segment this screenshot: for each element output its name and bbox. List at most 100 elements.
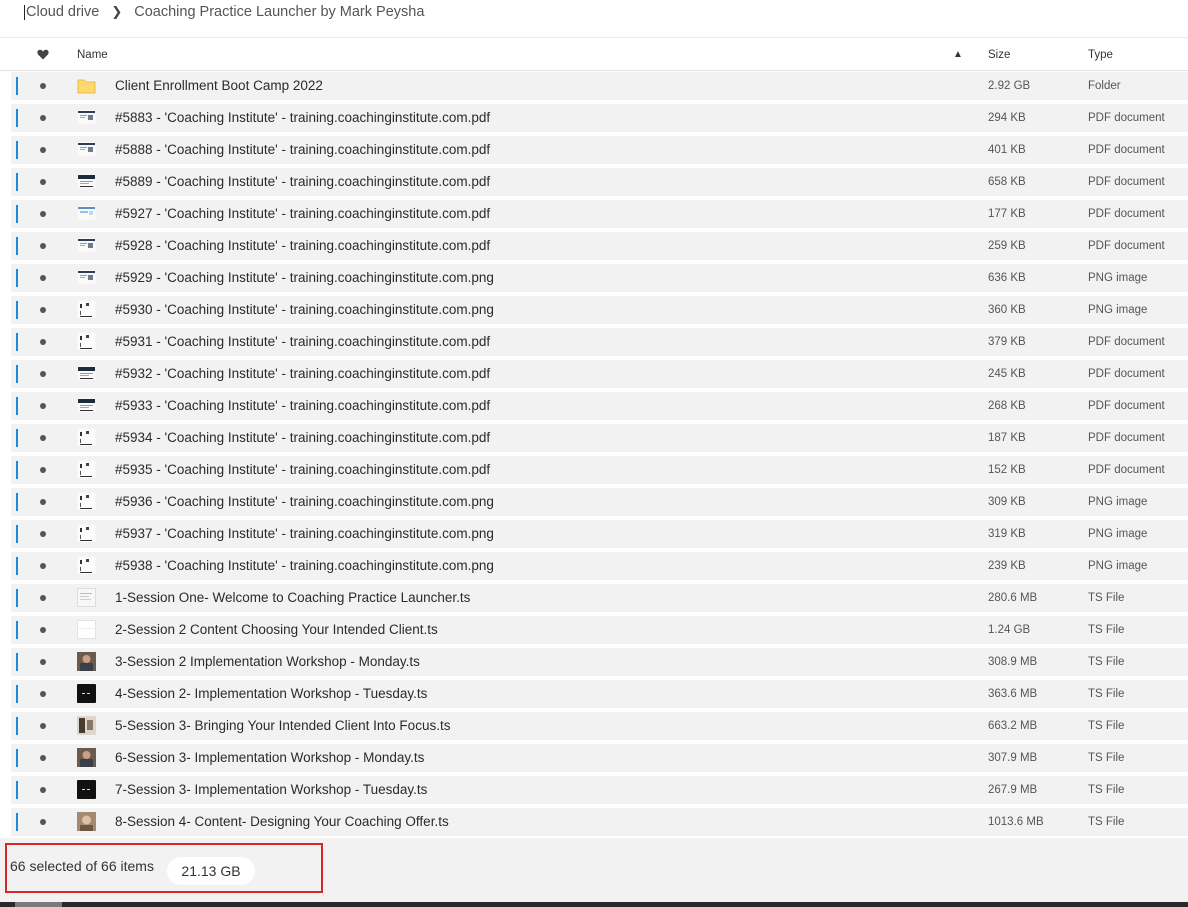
file-name[interactable]: #5935 - 'Coaching Institute' - training.… [115, 454, 490, 486]
favourite-dot-icon[interactable] [40, 787, 46, 793]
file-name[interactable]: 1-Session One- Welcome to Coaching Pract… [115, 582, 470, 614]
favourite-dot-icon[interactable] [40, 691, 46, 697]
file-name[interactable]: #5888 - 'Coaching Institute' - training.… [115, 134, 490, 166]
row-selection-bar [16, 493, 18, 511]
file-thumbnail-icon [77, 556, 96, 575]
file-name[interactable]: 7-Session 3- Implementation Workshop - T… [115, 774, 427, 806]
row-selection-bar [16, 717, 18, 735]
favourite-dot-icon[interactable] [40, 339, 46, 345]
table-row[interactable]: #5930 - 'Coaching Institute' - training.… [0, 294, 1188, 326]
file-name[interactable]: #5930 - 'Coaching Institute' - training.… [115, 294, 494, 326]
table-row[interactable]: 6-Session 3- Implementation Workshop - M… [0, 742, 1188, 774]
favourite-dot-icon[interactable] [40, 83, 46, 89]
table-row[interactable]: #5928 - 'Coaching Institute' - training.… [0, 230, 1188, 262]
favourite-dot-icon[interactable] [40, 467, 46, 473]
favourite-dot-icon[interactable] [40, 371, 46, 377]
favourite-dot-icon[interactable] [40, 243, 46, 249]
favourite-dot-icon[interactable] [40, 595, 46, 601]
file-size: 187 KB [988, 432, 1026, 444]
file-type: TS File [1088, 784, 1125, 796]
table-row[interactable]: 5-Session 3- Bringing Your Intended Clie… [0, 710, 1188, 742]
file-name[interactable]: #5929 - 'Coaching Institute' - training.… [115, 262, 494, 294]
type-column-header[interactable]: Type [1088, 38, 1113, 71]
table-row[interactable]: #5929 - 'Coaching Institute' - training.… [0, 262, 1188, 294]
table-row[interactable]: #5936 - 'Coaching Institute' - training.… [0, 486, 1188, 518]
file-thumbnail-icon [77, 524, 96, 543]
favourite-dot-icon[interactable] [40, 499, 46, 505]
favourite-dot-icon[interactable] [40, 563, 46, 569]
table-row[interactable]: #5935 - 'Coaching Institute' - training.… [0, 454, 1188, 486]
file-size: 239 KB [988, 560, 1026, 572]
file-size: 636 KB [988, 272, 1026, 284]
row-selection-bar [16, 173, 18, 191]
breadcrumb-root[interactable]: Cloud drive [26, 4, 99, 20]
table-row[interactable]: #5888 - 'Coaching Institute' - training.… [0, 134, 1188, 166]
file-name[interactable]: #5937 - 'Coaching Institute' - training.… [115, 518, 494, 550]
table-row[interactable]: 2-Session 2 Content Choosing Your Intend… [0, 614, 1188, 646]
table-row[interactable]: #5937 - 'Coaching Institute' - training.… [0, 518, 1188, 550]
file-thumbnail-icon [77, 460, 96, 479]
file-name[interactable]: #5934 - 'Coaching Institute' - training.… [115, 422, 490, 454]
table-row[interactable]: 8-Session 4- Content- Designing Your Coa… [0, 806, 1188, 838]
table-row[interactable]: #5927 - 'Coaching Institute' - training.… [0, 198, 1188, 230]
file-name[interactable]: #5933 - 'Coaching Institute' - training.… [115, 390, 490, 422]
file-type: TS File [1088, 688, 1125, 700]
table-row[interactable]: #5883 - 'Coaching Institute' - training.… [0, 102, 1188, 134]
table-row[interactable]: 4-Session 2- Implementation Workshop - T… [0, 678, 1188, 710]
name-column-header[interactable]: Name [77, 38, 108, 71]
favourite-dot-icon[interactable] [40, 819, 46, 825]
favourite-dot-icon[interactable] [40, 723, 46, 729]
file-thumbnail-icon [77, 396, 96, 415]
table-row[interactable]: #5938 - 'Coaching Institute' - training.… [0, 550, 1188, 582]
file-size: 308.9 MB [988, 656, 1038, 668]
file-name[interactable]: #5938 - 'Coaching Institute' - training.… [115, 550, 494, 582]
file-name[interactable]: #5889 - 'Coaching Institute' - training.… [115, 166, 490, 198]
file-thumbnail-icon [77, 108, 96, 127]
file-name[interactable]: 5-Session 3- Bringing Your Intended Clie… [115, 710, 450, 742]
file-type: TS File [1088, 592, 1125, 604]
favourite-dot-icon[interactable] [40, 115, 46, 121]
favourite-dot-icon[interactable] [40, 435, 46, 441]
table-row[interactable]: #5889 - 'Coaching Institute' - training.… [0, 166, 1188, 198]
file-name[interactable]: #5931 - 'Coaching Institute' - training.… [115, 326, 490, 358]
table-row[interactable]: #5933 - 'Coaching Institute' - training.… [0, 390, 1188, 422]
file-name[interactable]: #5883 - 'Coaching Institute' - training.… [115, 102, 490, 134]
file-name[interactable]: #5936 - 'Coaching Institute' - training.… [115, 486, 494, 518]
size-column-header[interactable]: Size [988, 38, 1010, 71]
file-name[interactable]: 8-Session 4- Content- Designing Your Coa… [115, 806, 449, 838]
file-thumbnail-icon [77, 620, 96, 639]
favourite-column-header[interactable] [35, 38, 51, 71]
table-row[interactable]: Client Enrollment Boot Camp 2022 2.92 GB F… [0, 70, 1188, 102]
table-row[interactable]: #5932 - 'Coaching Institute' - training.… [0, 358, 1188, 390]
file-name[interactable]: 2-Session 2 Content Choosing Your Intend… [115, 614, 438, 646]
table-row[interactable]: 1-Session One- Welcome to Coaching Pract… [0, 582, 1188, 614]
file-type: PDF document [1088, 208, 1165, 220]
breadcrumb-current[interactable]: Coaching Practice Launcher by Mark Peysh… [134, 4, 424, 20]
table-row[interactable]: #5931 - 'Coaching Institute' - training.… [0, 326, 1188, 358]
favourite-dot-icon[interactable] [40, 755, 46, 761]
favourite-dot-icon[interactable] [40, 659, 46, 665]
favourite-dot-icon[interactable] [40, 307, 46, 313]
sort-ascending-icon[interactable]: ▲ [953, 38, 963, 71]
row-selection-bar [16, 461, 18, 479]
favourite-dot-icon[interactable] [40, 179, 46, 185]
file-thumbnail-icon [77, 428, 96, 447]
favourite-dot-icon[interactable] [40, 211, 46, 217]
file-name[interactable]: #5928 - 'Coaching Institute' - training.… [115, 230, 490, 262]
file-name[interactable]: Client Enrollment Boot Camp 2022 [115, 70, 323, 102]
favourite-dot-icon[interactable] [40, 531, 46, 537]
file-name[interactable]: #5927 - 'Coaching Institute' - training.… [115, 198, 490, 230]
favourite-dot-icon[interactable] [40, 275, 46, 281]
file-name[interactable]: 4-Session 2- Implementation Workshop - T… [115, 678, 427, 710]
file-name[interactable]: 6-Session 3- Implementation Workshop - M… [115, 742, 424, 774]
table-row[interactable]: 3-Session 2 Implementation Workshop - Mo… [0, 646, 1188, 678]
table-row[interactable]: #5934 - 'Coaching Institute' - training.… [0, 422, 1188, 454]
favourite-dot-icon[interactable] [40, 403, 46, 409]
favourite-dot-icon[interactable] [40, 147, 46, 153]
row-selection-bar [16, 621, 18, 639]
file-name[interactable]: #5932 - 'Coaching Institute' - training.… [115, 358, 490, 390]
file-name[interactable]: 3-Session 2 Implementation Workshop - Mo… [115, 646, 420, 678]
file-size: 259 KB [988, 240, 1026, 252]
favourite-dot-icon[interactable] [40, 627, 46, 633]
table-row[interactable]: 7-Session 3- Implementation Workshop - T… [0, 774, 1188, 806]
